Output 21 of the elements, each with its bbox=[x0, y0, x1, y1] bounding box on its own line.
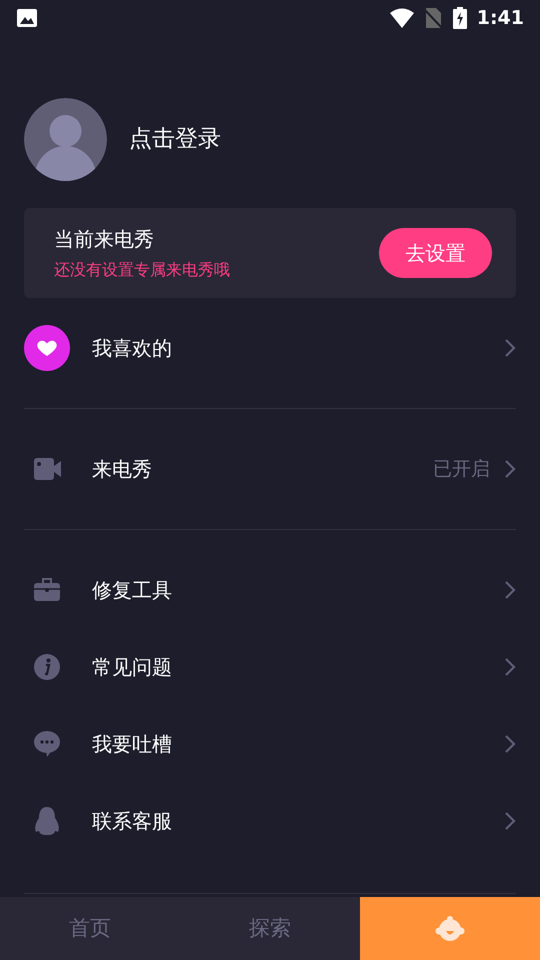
baby-face-icon bbox=[435, 916, 465, 942]
avatar-icon[interactable] bbox=[24, 98, 107, 181]
wifi-icon bbox=[388, 8, 415, 28]
chevron-right-icon bbox=[504, 338, 516, 358]
image-icon bbox=[16, 8, 38, 28]
card-subtitle: 还没有设置专属来电秀哦 bbox=[54, 259, 231, 281]
chevron-right-icon bbox=[504, 580, 516, 600]
card-title: 当前来电秀 bbox=[54, 226, 155, 253]
menu-item[interactable]: 来电秀 已开启 bbox=[0, 439, 540, 499]
chevron-right-icon bbox=[504, 459, 516, 479]
login-link[interactable]: 点击登录 bbox=[129, 122, 221, 157]
chevron-right-icon bbox=[504, 657, 516, 677]
menu-item[interactable]: 联系客服 bbox=[0, 791, 540, 851]
menu-item[interactable]: 我喜欢的 bbox=[0, 318, 540, 378]
chevron-right-icon bbox=[504, 811, 516, 831]
menu-item[interactable]: 常见问题 bbox=[0, 637, 540, 697]
status-time: 1:41 bbox=[476, 6, 524, 31]
chevron-right-icon bbox=[504, 734, 516, 754]
menu-item[interactable]: 我要吐槽 bbox=[0, 714, 540, 774]
menu-item[interactable]: 修复工具 bbox=[0, 560, 540, 620]
battery-charging-icon bbox=[452, 7, 467, 29]
